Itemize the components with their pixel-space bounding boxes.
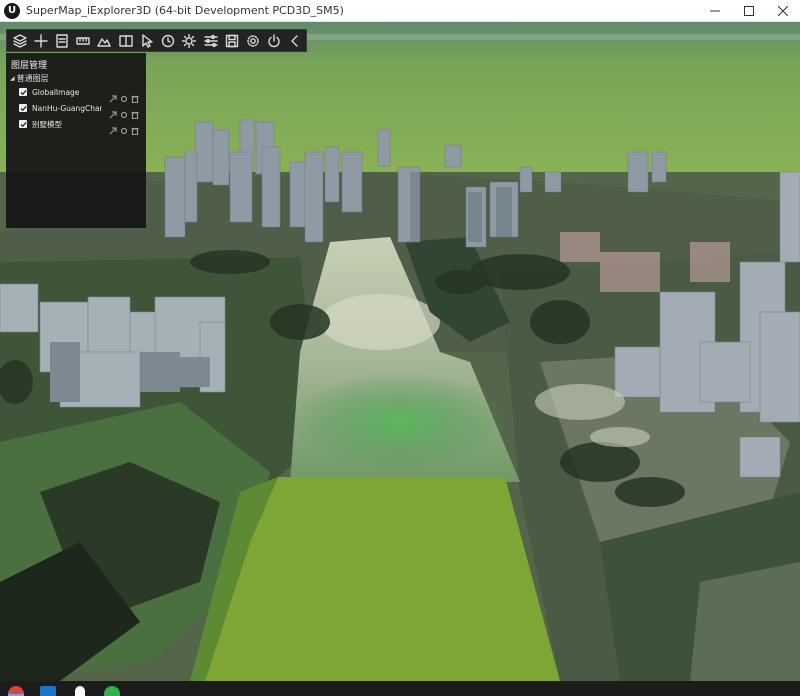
layer-row-globalimage[interactable]: GlobalImage bbox=[19, 85, 141, 104]
adjust-button[interactable] bbox=[200, 30, 221, 51]
document-button[interactable] bbox=[51, 30, 72, 51]
layer-name: 别墅模型 bbox=[32, 119, 62, 129]
zoom-to-layer-icon[interactable] bbox=[109, 120, 117, 135]
chrome-icon bbox=[8, 686, 24, 696]
delete-layer-icon[interactable] bbox=[131, 120, 139, 136]
collapse-toolbar-button[interactable] bbox=[285, 30, 306, 51]
window-controls bbox=[698, 0, 800, 22]
cursor-icon bbox=[142, 33, 153, 48]
layer-style-icon[interactable] bbox=[120, 88, 128, 103]
zoom-to-layer-icon[interactable] bbox=[109, 88, 117, 103]
book-icon bbox=[119, 34, 133, 47]
checkmark-icon bbox=[19, 89, 27, 95]
power-button[interactable] bbox=[264, 30, 285, 51]
document-icon bbox=[56, 33, 68, 48]
window-title: SuperMap_iExplorer3D (64-bit Development… bbox=[26, 4, 344, 17]
taskbar-unreal[interactable] bbox=[64, 681, 96, 696]
layer-name: NanHu-GuangChan bbox=[32, 103, 102, 113]
layer-group-normal[interactable]: ◢ 普通图层 bbox=[10, 73, 49, 84]
layer-style-icon[interactable] bbox=[120, 104, 128, 119]
maximize-icon bbox=[744, 6, 754, 16]
layer-style-icon[interactable] bbox=[120, 120, 128, 135]
delete-layer-icon[interactable] bbox=[131, 104, 139, 120]
wechat-icon bbox=[104, 686, 120, 696]
delete-layer-icon[interactable] bbox=[131, 88, 139, 104]
zoom-to-layer-icon[interactable] bbox=[109, 104, 117, 119]
terrain-button[interactable] bbox=[94, 30, 115, 51]
os-taskbar bbox=[0, 681, 800, 696]
layer-visibility-checkbox[interactable] bbox=[19, 88, 27, 96]
layer-row-nanhu-guangchan[interactable]: NanHu-GuangChan bbox=[19, 101, 141, 120]
layer-name: GlobalImage bbox=[32, 87, 80, 97]
add-icon bbox=[34, 33, 48, 48]
settings-button[interactable] bbox=[242, 30, 263, 51]
checkmark-icon bbox=[19, 121, 27, 127]
layer-visibility-checkbox[interactable] bbox=[19, 104, 27, 112]
settings-icon bbox=[247, 34, 259, 47]
layer-group-label: 普通图层 bbox=[16, 74, 49, 83]
light-button[interactable] bbox=[179, 30, 200, 51]
panel-title: 图层管理 bbox=[11, 61, 48, 71]
save-button[interactable] bbox=[221, 30, 242, 51]
minimize-icon bbox=[710, 10, 720, 12]
collapse-chevron-icon bbox=[291, 34, 299, 47]
add-button[interactable] bbox=[30, 30, 51, 51]
layer-visibility-checkbox[interactable] bbox=[19, 120, 27, 128]
sun-icon bbox=[182, 33, 197, 48]
close-icon bbox=[778, 6, 788, 16]
main-toolbar bbox=[6, 29, 307, 52]
taskbar-cnki[interactable] bbox=[32, 681, 64, 696]
terrain-icon bbox=[97, 37, 112, 47]
layer-manager-panel: 图层管理 ◢ 普通图层 GlobalImage NanHu-GuangChan … bbox=[6, 53, 146, 228]
cnki-icon bbox=[40, 686, 56, 696]
checkmark-icon bbox=[19, 105, 27, 111]
ruler-icon bbox=[76, 36, 90, 45]
window-titlebar: U SuperMap_iExplorer3D (64-bit Developme… bbox=[0, 0, 800, 22]
book-button[interactable] bbox=[115, 30, 136, 51]
maximize-button[interactable] bbox=[732, 0, 766, 22]
power-icon bbox=[268, 33, 280, 47]
unreal-icon bbox=[75, 686, 85, 696]
layer-row-villa-model[interactable]: 别墅模型 bbox=[19, 117, 141, 136]
save-icon bbox=[225, 34, 238, 47]
layers-button[interactable] bbox=[9, 30, 30, 51]
taskbar-chrome[interactable] bbox=[0, 681, 32, 696]
app-logo-icon: U bbox=[4, 2, 20, 19]
time-button[interactable] bbox=[158, 30, 179, 51]
close-button[interactable] bbox=[766, 0, 800, 22]
layers-icon bbox=[12, 33, 27, 48]
measure-button[interactable] bbox=[73, 30, 94, 51]
clock-icon bbox=[161, 34, 175, 47]
expand-caret-icon[interactable]: ◢ bbox=[10, 75, 15, 82]
minimize-button[interactable] bbox=[698, 0, 732, 22]
sliders-icon bbox=[203, 34, 218, 47]
taskbar-wechat[interactable] bbox=[96, 681, 128, 696]
select-button[interactable] bbox=[136, 30, 157, 51]
